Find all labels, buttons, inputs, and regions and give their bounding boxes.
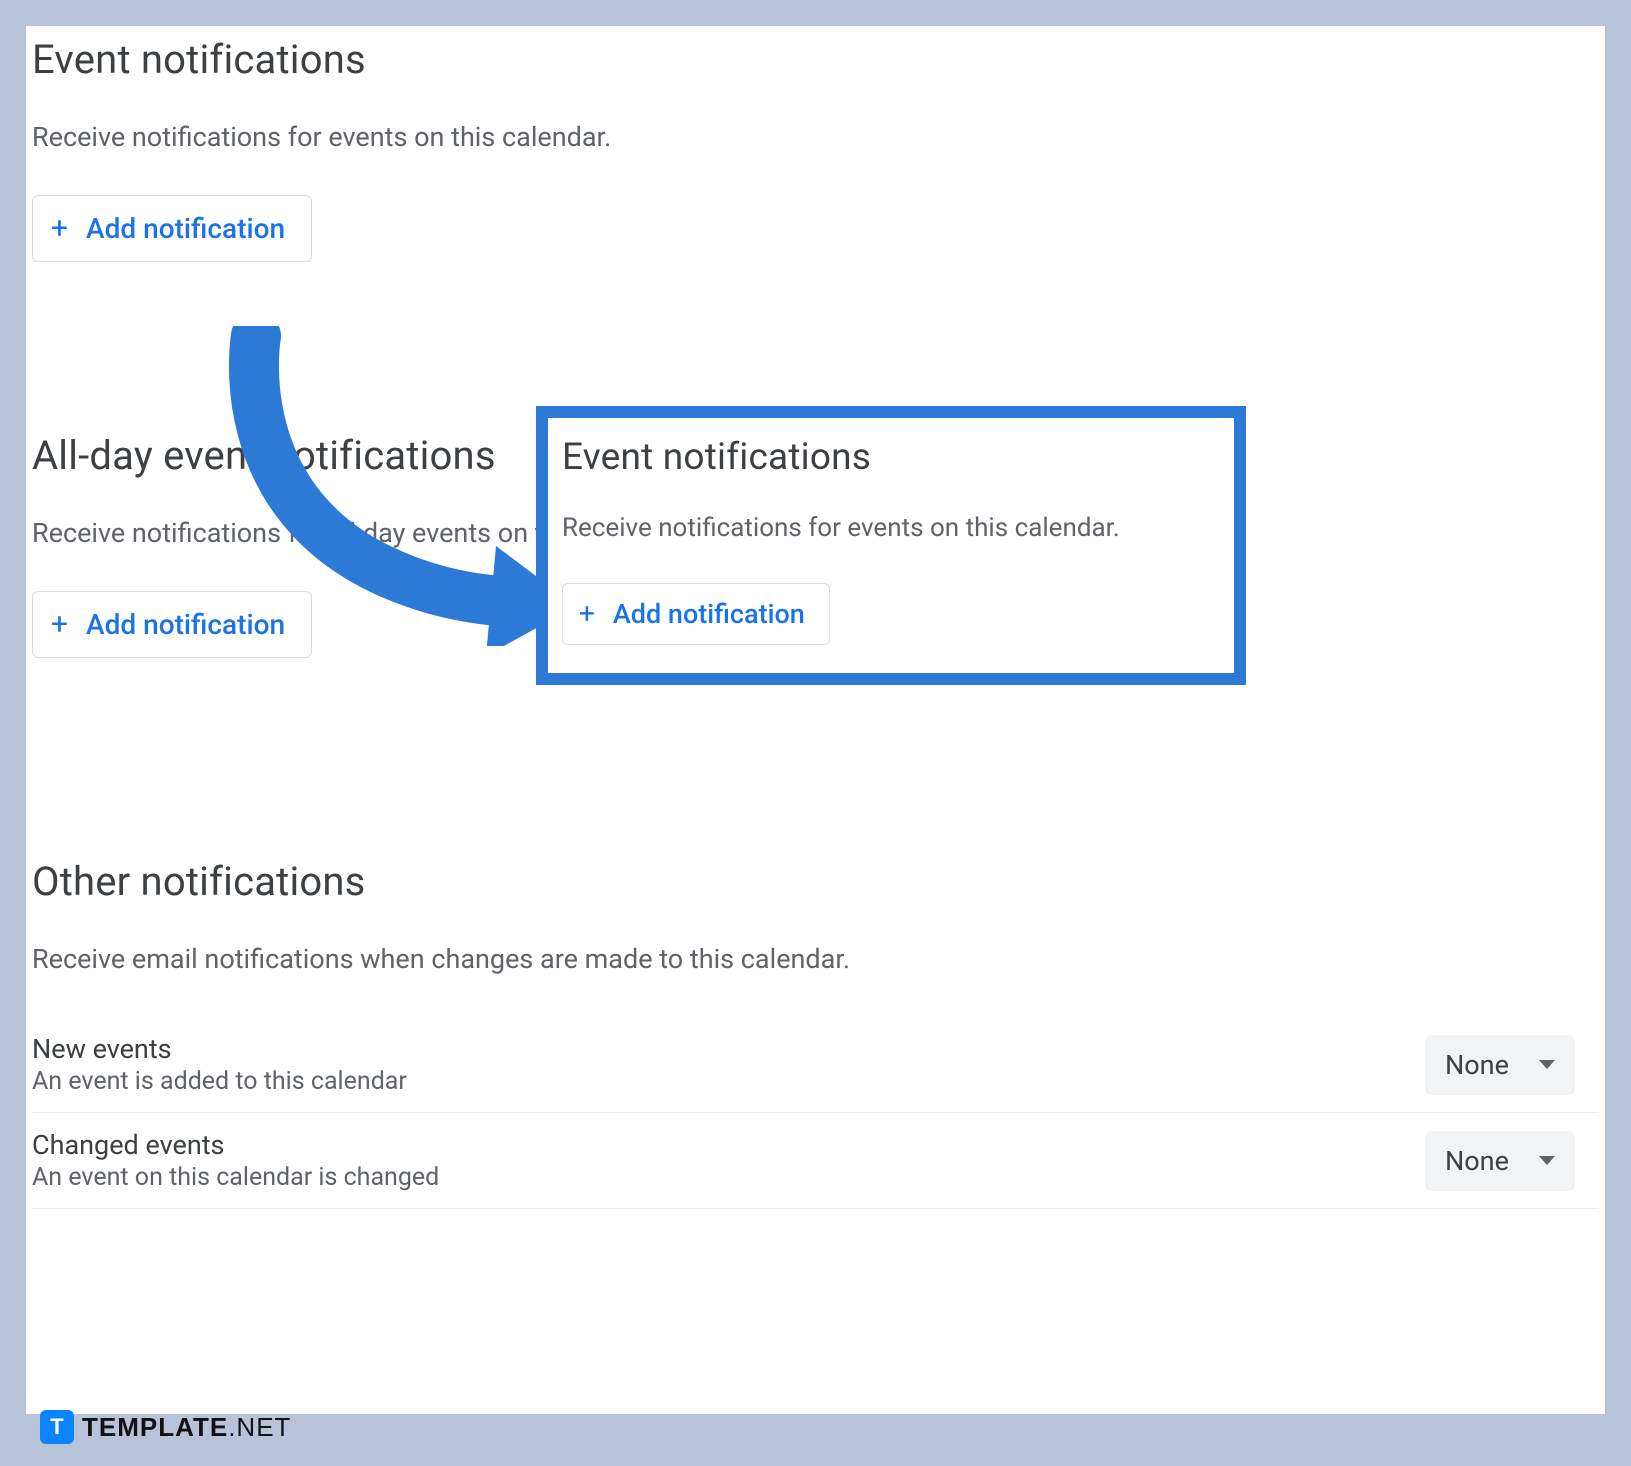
add-allday-notification-label: Add notification [86,608,285,641]
other-notification-row: Changed events An event on this calendar… [32,1113,1599,1209]
callout-add-notification-button[interactable]: + Add notification [562,583,830,645]
plus-icon: + [51,610,68,640]
add-event-notification-label: Add notification [86,212,285,245]
event-notifications-desc: Receive notifications for events on this… [32,121,1599,153]
callout-add-label: Add notification [613,598,805,630]
new-events-dropdown[interactable]: None [1425,1035,1575,1095]
other-notifications-title: Other notifications [32,858,1599,905]
watermark: T TEMPLATE .NET [40,1410,291,1444]
row-title: Changed events [32,1129,439,1161]
row-text: Changed events An event on this calendar… [32,1129,439,1192]
callout-title: Event notifications [562,436,1220,479]
event-notifications-title: Event notifications [32,36,1599,83]
row-subtitle: An event is added to this calendar [32,1067,407,1096]
dropdown-value: None [1445,1145,1509,1177]
chevron-down-icon [1539,1060,1555,1069]
plus-icon: + [51,214,68,244]
row-subtitle: An event on this calendar is changed [32,1163,439,1192]
watermark-thin: .NET [228,1412,291,1443]
callout-desc: Receive notifications for events on this… [562,513,1220,543]
chevron-down-icon [1539,1156,1555,1165]
other-notification-row: New events An event is added to this cal… [32,1017,1599,1113]
plus-icon: + [579,600,595,628]
add-allday-notification-button[interactable]: + Add notification [32,591,312,658]
watermark-bold: TEMPLATE [82,1412,228,1443]
template-logo-icon: T [40,1410,74,1444]
dropdown-value: None [1445,1049,1509,1081]
row-title: New events [32,1033,407,1065]
changed-events-dropdown[interactable]: None [1425,1131,1575,1191]
other-notifications-section: Other notifications Receive email notifi… [26,858,1605,1209]
other-notifications-desc: Receive email notifications when changes… [32,943,1599,975]
template-logo-letter: T [50,1414,63,1440]
add-event-notification-button[interactable]: + Add notification [32,195,312,262]
callout-box: Event notifications Receive notification… [536,406,1246,685]
row-text: New events An event is added to this cal… [32,1033,407,1096]
settings-page: Event notifications Receive notification… [26,26,1605,1414]
event-notifications-section: Event notifications Receive notification… [26,36,1605,262]
